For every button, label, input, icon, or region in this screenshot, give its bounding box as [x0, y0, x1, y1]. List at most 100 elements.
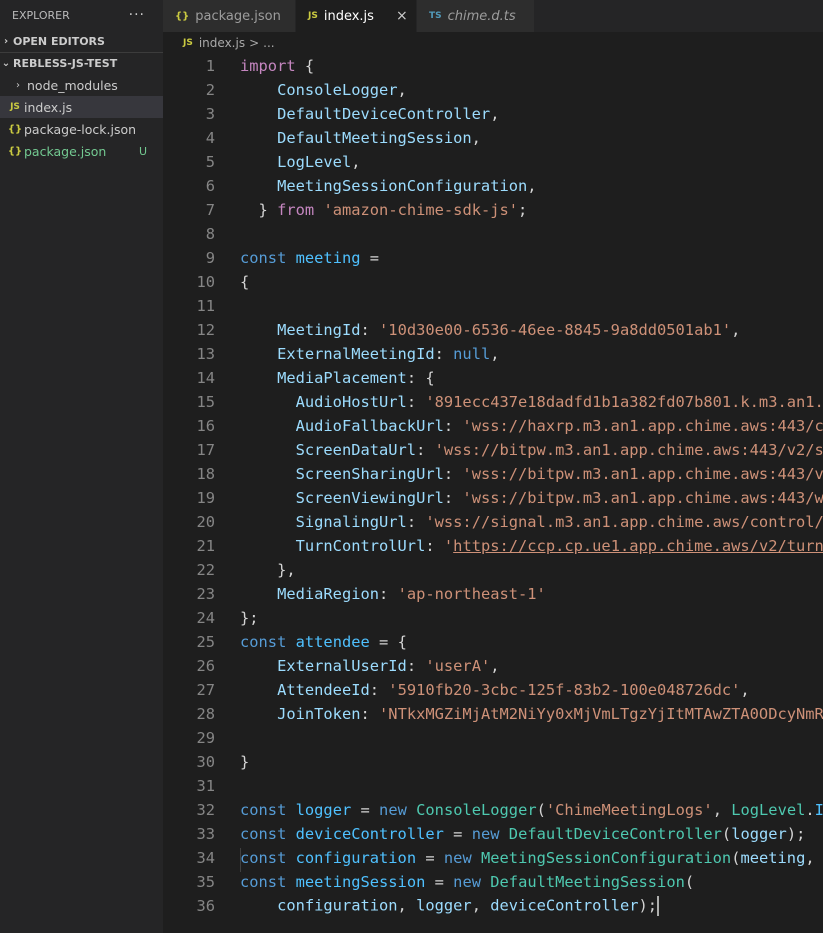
line-number: 35 — [196, 873, 215, 891]
explorer-sidebar: EXPLORER ··· › OPEN EDITORS ⌄ REBLESS-JS… — [0, 0, 163, 933]
code-line: 20 SignalingUrl: 'wss://signal.m3.an1.ap… — [163, 510, 823, 534]
tab-package-json[interactable]: {} package.json — [163, 0, 296, 32]
url-link[interactable]: https://ccp.cp.ue1.app.chime.aws/v2/turn… — [453, 537, 823, 555]
breadcrumb-separator: > — [249, 36, 260, 50]
code-line: 17 ScreenDataUrl: 'wss://bitpw.m3.an1.ap… — [163, 438, 823, 462]
line-number: 7 — [205, 201, 215, 219]
line-number: 32 — [196, 801, 215, 819]
code-line: 14 MediaPlacement: { — [163, 366, 823, 390]
line-number: 8 — [205, 225, 215, 243]
breadcrumb: JS index.js > ... — [163, 32, 823, 54]
project-label: REBLESS-JS-TEST — [13, 57, 118, 70]
line-number: 34 — [196, 849, 215, 867]
line-number: 18 — [196, 465, 215, 483]
code-line: 5 LogLevel, — [163, 150, 823, 174]
explorer-header: EXPLORER ··· — [0, 0, 163, 30]
line-number: 3 — [205, 105, 215, 123]
line-number: 20 — [196, 513, 215, 531]
code-editor[interactable]: 1 import { 2 ConsoleLogger, 3 DefaultDevi… — [163, 54, 823, 933]
code-line: 36 configuration, logger, deviceControll… — [163, 894, 823, 918]
line-number: 19 — [196, 489, 215, 507]
line-number: 5 — [205, 153, 215, 171]
line-number: 27 — [196, 681, 215, 699]
close-icon[interactable]: × — [396, 8, 408, 24]
tab-label: package.json — [195, 8, 281, 24]
code-line: 31 — [163, 774, 823, 798]
line-number: 22 — [196, 561, 215, 579]
code-line: 16 AudioFallbackUrl: 'wss://haxrp.m3.an1… — [163, 414, 823, 438]
line-number: 21 — [196, 537, 215, 555]
code-line: 29 — [163, 726, 823, 750]
code-line: 19 ScreenViewingUrl: 'wss://bitpw.m3.an1… — [163, 486, 823, 510]
tab-chime-d-ts[interactable]: TS chime.d.ts — [417, 0, 535, 32]
tree-item-package-json[interactable]: {} package.json U — [0, 140, 163, 162]
line-number: 29 — [196, 729, 215, 747]
chevron-down-icon: ⌄ — [1, 58, 11, 69]
line-number: 10 — [196, 273, 215, 291]
open-editors-label: OPEN EDITORS — [13, 34, 105, 48]
code-line: 13 ExternalMeetingId: null, — [163, 342, 823, 366]
tree-item-package-lock-json[interactable]: {} package-lock.json — [0, 118, 163, 140]
line-number: 25 — [196, 633, 215, 651]
code-line: 32 const logger = new ConsoleLogger('Chim… — [163, 798, 823, 822]
tree-item-label: package-lock.json — [24, 121, 137, 137]
line-number: 28 — [196, 705, 215, 723]
code-line: 21 TurnControlUrl: 'https://ccp.cp.ue1.a… — [163, 534, 823, 558]
code-line: 11 — [163, 294, 823, 318]
line-number: 11 — [196, 297, 215, 315]
code-line: 18 ScreenSharingUrl: 'wss://bitpw.m3.an1… — [163, 462, 823, 486]
ts-file-icon: TS — [429, 11, 442, 21]
js-file-icon: JS — [10, 102, 20, 112]
json-file-icon: {} — [175, 10, 190, 22]
indent-guide — [240, 848, 241, 872]
code-line: 6 MeetingSessionConfiguration, — [163, 174, 823, 198]
breadcrumb-file[interactable]: index.js — [199, 36, 245, 50]
tree-item-label: index.js — [24, 99, 73, 115]
line-number: 9 — [205, 249, 215, 267]
code-line: 7 } from 'amazon-chime-sdk-js'; — [163, 198, 823, 222]
line-number: 4 — [205, 129, 215, 147]
tab-label: index.js — [323, 8, 374, 24]
code-line: 34 const configuration = new MeetingSessi… — [163, 846, 823, 870]
code-line: 25 const attendee = { — [163, 630, 823, 654]
explorer-title: EXPLORER — [12, 8, 70, 22]
code-line: 30} — [163, 750, 823, 774]
js-file-icon: JS — [308, 11, 318, 21]
tab-index-js[interactable]: JS index.js × — [296, 0, 417, 32]
code-line: 24}; — [163, 606, 823, 630]
project-section[interactable]: ⌄ REBLESS-JS-TEST — [0, 52, 163, 74]
line-number: 33 — [196, 825, 215, 843]
code-line: 26 ExternalUserId: 'userA', — [163, 654, 823, 678]
code-line: 28 JoinToken: 'NTkxMGZiMjAtM2NiYy0xMjVmL… — [163, 702, 823, 726]
code-line: 3 DefaultDeviceController, — [163, 102, 823, 126]
editor-tabs: {} package.json JS index.js × TS chime.d… — [163, 0, 823, 32]
text-cursor — [657, 896, 660, 916]
chevron-right-icon: › — [3, 35, 9, 47]
code-line: 22 }, — [163, 558, 823, 582]
line-number: 16 — [196, 417, 215, 435]
line-number: 26 — [196, 657, 215, 675]
json-file-icon: {} — [7, 145, 23, 157]
tab-label: chime.d.ts — [447, 8, 516, 24]
code-line: 1 import { — [163, 54, 823, 78]
code-line: 27 AttendeeId: '5910fb20-3cbc-125f-83b2-… — [163, 678, 823, 702]
code-line: 33 const deviceController = new DefaultDe… — [163, 822, 823, 846]
open-editors-section[interactable]: › OPEN EDITORS — [0, 30, 163, 52]
json-file-icon: {} — [7, 123, 23, 135]
line-number: 12 — [196, 321, 215, 339]
more-actions-icon[interactable]: ··· — [129, 7, 145, 23]
line-number: 17 — [196, 441, 215, 459]
tree-item-index-js[interactable]: JS index.js — [0, 96, 163, 118]
code-line: 15 AudioHostUrl: '891ecc437e18dadfd1b1a3… — [163, 390, 823, 414]
tree-item-label: package.json — [24, 143, 107, 159]
code-line: 8 — [163, 222, 823, 246]
line-number: 6 — [205, 177, 215, 195]
line-number: 30 — [196, 753, 215, 771]
breadcrumb-rest[interactable]: ... — [263, 36, 274, 50]
code-line: 9 const meeting = — [163, 246, 823, 270]
line-number: 1 — [205, 57, 215, 75]
line-number: 24 — [196, 609, 215, 627]
tree-item-label: node_modules — [27, 77, 118, 93]
line-number: 2 — [205, 81, 215, 99]
tree-item-node-modules[interactable]: › node_modules — [0, 74, 163, 96]
